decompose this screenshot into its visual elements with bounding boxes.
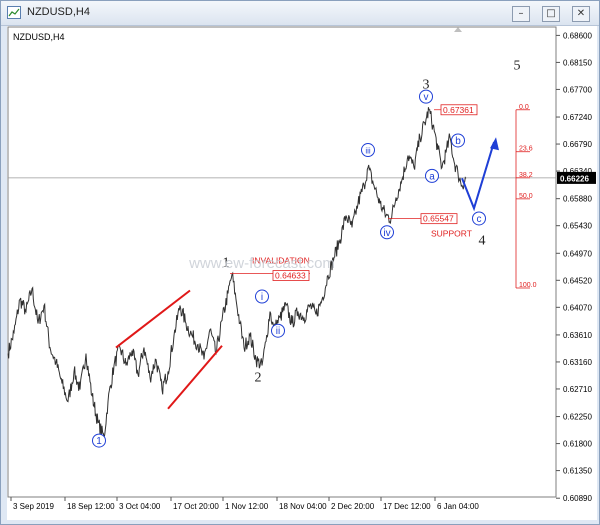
- wave-label-text: 1: [96, 436, 102, 447]
- y-tick-label: 0.66790: [563, 140, 592, 149]
- chart-window: NZDUSD,H4 – □ ✕ NZDUSD,H4 INVALIDATION 0.…: [0, 0, 600, 525]
- y-tick-label: 0.64070: [563, 303, 592, 312]
- y-tick-label: 0.68150: [563, 58, 592, 67]
- x-tick-label: 3 Oct 04:00: [119, 502, 161, 511]
- y-tick-label: 0.68600: [563, 31, 592, 40]
- close-button[interactable]: ✕: [572, 6, 590, 22]
- y-tick-label: 0.64520: [563, 276, 592, 285]
- wave-label-text: v: [424, 92, 429, 103]
- price-chart[interactable]: NZDUSD,H4 INVALIDATION0.646330.65547SUPP…: [7, 26, 597, 520]
- wave-label-text: c: [477, 214, 482, 225]
- y-tick-label: 0.60890: [563, 494, 592, 503]
- y-tick-label: 0.67700: [563, 85, 592, 94]
- y-tick-label: 0.61350: [563, 467, 592, 476]
- wave-label-text: i: [261, 292, 263, 303]
- y-tick-label: 0.62250: [563, 413, 592, 422]
- fibonacci-level-label: 38.2: [519, 172, 533, 179]
- minimize-button[interactable]: –: [512, 6, 530, 22]
- x-tick-label: 3 Sep 2019: [13, 502, 54, 511]
- wave-label-text: iii: [365, 147, 371, 156]
- fibonacci-level-label: 0.0: [519, 104, 529, 111]
- wave3-top-price-label: 0.67361: [443, 105, 474, 115]
- x-tick-label: 2 Dec 20:00: [331, 502, 375, 511]
- fibonacci-level-label: 23.6: [519, 146, 533, 153]
- x-tick-label: 18 Nov 04:00: [279, 502, 327, 511]
- x-tick-label: 6 Jan 04:00: [437, 502, 479, 511]
- watermark: www.ew-forecast.com: [188, 255, 335, 272]
- x-tick-label: 1 Nov 12:00: [225, 502, 269, 511]
- fibonacci-level-label: 50.0: [519, 193, 533, 200]
- y-tick-label: 0.63160: [563, 358, 592, 367]
- x-tick-label: 17 Oct 20:00: [173, 502, 219, 511]
- chart-window-icon: [7, 6, 21, 19]
- maximize-button[interactable]: □: [542, 6, 560, 22]
- x-tick-label: 17 Dec 12:00: [383, 502, 431, 511]
- wave-label-text: b: [455, 136, 461, 147]
- wave-label-plain: 5: [514, 58, 521, 73]
- y-tick-label: 0.65430: [563, 222, 592, 231]
- support-price-label: 0.65547: [423, 214, 454, 224]
- y-tick-label: 0.63610: [563, 331, 592, 340]
- support-label: SUPPORT: [431, 229, 472, 239]
- y-tick-label: 0.64970: [563, 249, 592, 258]
- wave-label-text: a: [429, 171, 435, 182]
- y-tick-label: 0.67240: [563, 113, 592, 122]
- fibonacci-level-label: 100.0: [519, 282, 537, 289]
- window-title: NZDUSD,H4: [27, 6, 90, 18]
- current-price-tag-label: 0.66226: [560, 174, 589, 183]
- y-tick-label: 0.61800: [563, 440, 592, 449]
- wave-label-text: iv: [383, 228, 390, 239]
- wave-label-text: ii: [276, 326, 280, 337]
- wave-label-plain: 4: [479, 234, 486, 249]
- chart-symbol-label: NZDUSD,H4: [13, 32, 65, 42]
- window-titlebar[interactable]: NZDUSD,H4 – □ ✕: [1, 1, 599, 26]
- invalidation-price-label: 0.64633: [275, 271, 306, 281]
- wave-label-plain: 2: [255, 371, 262, 386]
- y-tick-label: 0.65880: [563, 195, 592, 204]
- y-tick-label: 0.62710: [563, 385, 592, 394]
- x-tick-label: 18 Sep 12:00: [67, 502, 115, 511]
